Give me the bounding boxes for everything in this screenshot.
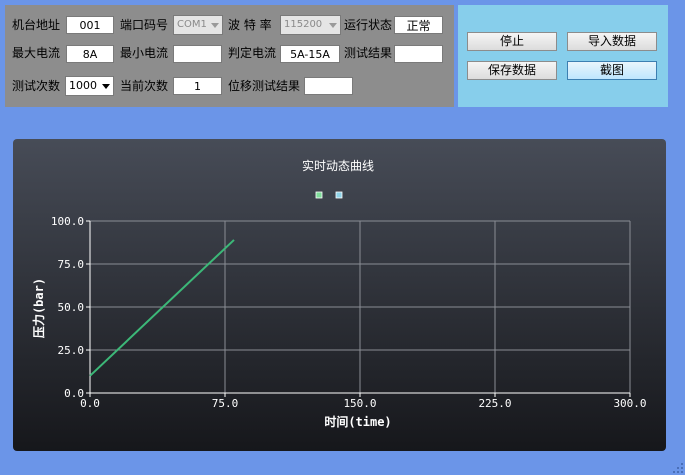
test-count-select-value: 1000 — [69, 79, 97, 92]
x-tick-label: 300.0 — [613, 397, 646, 410]
series-line — [89, 239, 235, 377]
chevron-down-icon — [329, 23, 337, 28]
chart-title: 实时动态曲线 — [302, 158, 374, 173]
test-result-field[interactable] — [394, 45, 443, 63]
run-status-field[interactable]: 正常 — [394, 16, 443, 34]
stop-button[interactable]: 停止 — [467, 32, 557, 51]
x-tick-label: 225.0 — [478, 397, 511, 410]
chart-svg: 实时动态曲线 0.0 75.0 150.0 225.0 300.00.025.050.0… — [31, 158, 647, 429]
machine-address-label: 机台地址 — [12, 18, 61, 32]
chevron-down-icon — [102, 84, 110, 89]
x-tick-label: 75.0 — [212, 397, 239, 410]
run-status-label: 运行状态 — [344, 18, 393, 32]
test-count-label: 测试次数 — [12, 79, 61, 93]
parameters-panel: 机台地址 001 端口码号 COM1 波 特 率 115200 运行状态 正常 … — [5, 5, 454, 107]
y-tick-label: 25.0 — [58, 344, 85, 357]
resize-grip-icon[interactable] — [673, 463, 683, 473]
import-data-button[interactable]: 导入数据 — [567, 32, 657, 51]
x-tick-label: 150.0 — [343, 397, 376, 410]
realtime-chart: 实时动态曲线 0.0 75.0 150.0 225.0 300.0 0.0 25.0 50.0… — [13, 139, 666, 451]
displacement-result-label: 位移测试结果 — [228, 79, 301, 93]
chart-ticks: 0.0 75.0 150.0 225.0 300.00.025.050.075.0100… — [51, 215, 647, 410]
max-current-label: 最大电流 — [12, 46, 61, 60]
chart-legend — [315, 191, 343, 199]
save-data-button[interactable]: 保存数据 — [467, 61, 557, 80]
baud-rate-select[interactable]: 115200 — [280, 15, 341, 35]
min-current-label: 最小电流 — [120, 46, 169, 60]
action-panel: 停止 导入数据 保存数据 截图 — [458, 5, 668, 107]
chart-plot — [89, 239, 235, 377]
displacement-result-field[interactable] — [304, 77, 353, 95]
test-count-select[interactable]: 1000 — [65, 76, 114, 96]
current-count-field[interactable]: 1 — [173, 77, 222, 95]
y-tick-label: 75.0 — [58, 258, 85, 271]
current-count-label: 当前次数 — [120, 79, 169, 93]
y-tick-label: 50.0 — [58, 301, 85, 314]
max-current-field[interactable]: 8A — [66, 45, 114, 63]
x-axis-label: 时间(time) — [324, 414, 391, 429]
machine-address-field[interactable]: 001 — [66, 16, 114, 34]
test-result-label: 测试结果 — [344, 46, 393, 60]
chart-grid — [89, 220, 631, 394]
baud-rate-select-value: 115200 — [284, 19, 323, 30]
judge-current-label: 判定电流 — [228, 46, 277, 60]
min-current-field[interactable] — [173, 45, 222, 63]
legend-marker — [335, 191, 343, 199]
y-tick-label: 100.0 — [51, 215, 84, 228]
port-label: 端口码号 — [120, 18, 169, 32]
port-select[interactable]: COM1 — [173, 15, 223, 35]
baud-rate-label: 波 特 率 — [228, 18, 272, 32]
port-select-value: COM1 — [177, 19, 207, 30]
y-axis-label: 压力(bar) — [31, 278, 46, 338]
y-tick-label: 0.0 — [64, 387, 84, 400]
judge-current-field[interactable]: 5A-15A — [280, 45, 340, 63]
chevron-down-icon — [211, 23, 219, 28]
legend-marker — [315, 191, 323, 199]
screenshot-button[interactable]: 截图 — [567, 61, 657, 80]
